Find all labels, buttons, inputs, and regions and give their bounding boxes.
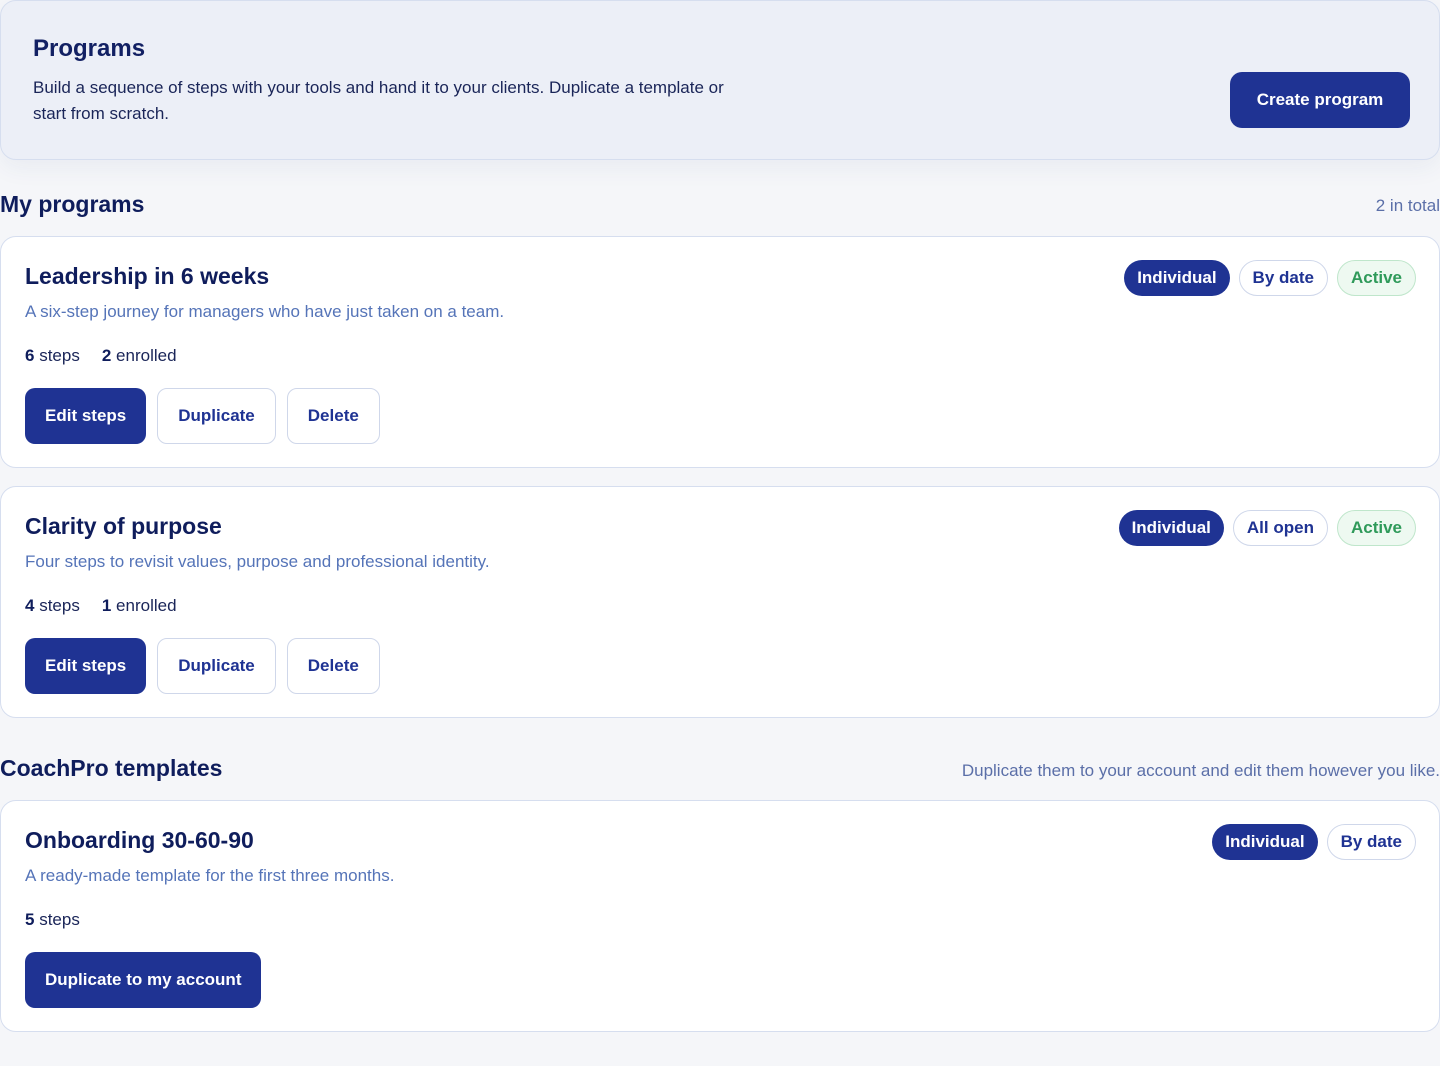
enrolled-stat: 2 enrolled <box>102 346 177 366</box>
schedule-badge: By date <box>1238 260 1328 296</box>
template-card: Onboarding 30-60-90 Individual By date A… <box>0 800 1440 1032</box>
enrolled-count: 2 <box>101 346 112 365</box>
schedule-badge: By date <box>1326 824 1416 860</box>
steps-stat: 6 steps <box>25 346 80 366</box>
templates-hint: Duplicate them to your account and edit … <box>961 761 1440 780</box>
template-description: A ready-made template for the first thre… <box>25 866 395 885</box>
mode-badge: Individual <box>1212 824 1318 860</box>
mode-badge: Individual <box>1124 260 1230 296</box>
edit-steps-button[interactable]: Edit steps <box>25 388 147 444</box>
enrolled-stat: 1 enrolled <box>102 596 177 616</box>
program-card: Clarity of purpose Individual All open A… <box>0 486 1440 718</box>
templates-title: CoachPro templates <box>0 755 223 781</box>
program-title: Leadership in 6 weeks <box>25 263 270 289</box>
mode-badge: Individual <box>1118 510 1224 546</box>
status-badge: Active <box>1336 260 1416 296</box>
template-badges: Individual By date <box>1212 824 1416 860</box>
edit-steps-button[interactable]: Edit steps <box>25 638 147 694</box>
program-actions: Edit steps Duplicate Delete <box>25 388 380 444</box>
my-programs-title: My programs <box>0 191 145 217</box>
steps-stat: 4 steps <box>25 596 80 616</box>
page-description: Build a sequence of steps with your tool… <box>33 78 724 123</box>
program-badges: Individual All open Active <box>1118 510 1416 546</box>
steps-count: 6 <box>25 346 35 365</box>
programs-header: Programs Build a sequence of steps with … <box>0 0 1440 160</box>
template-stats: 5 steps <box>25 910 80 930</box>
program-stats: 4 steps 1 enrolled <box>25 596 177 616</box>
program-description: A six-step journey for managers who have… <box>25 302 505 321</box>
steps-count: 4 <box>25 596 35 615</box>
enrolled-label: enrolled <box>116 346 177 365</box>
create-program-button[interactable]: Create program <box>1230 72 1410 128</box>
program-card: Leadership in 6 weeks Individual By date… <box>0 236 1440 468</box>
duplicate-button[interactable]: Duplicate <box>157 388 276 444</box>
steps-label: steps <box>39 910 80 929</box>
program-badges: Individual By date Active <box>1124 260 1416 296</box>
duplicate-to-account-button[interactable]: Duplicate to my account <box>25 952 262 1008</box>
enrolled-count: 1 <box>101 596 112 615</box>
status-badge: Active <box>1336 510 1416 546</box>
delete-button[interactable]: Delete <box>286 638 380 694</box>
steps-count: 5 <box>25 910 35 929</box>
enrolled-label: enrolled <box>116 596 177 615</box>
my-programs-count: 2 in total <box>1375 196 1440 215</box>
steps-label: steps <box>39 346 80 365</box>
template-title: Onboarding 30-60-90 <box>25 827 254 853</box>
program-actions: Edit steps Duplicate Delete <box>25 638 380 694</box>
program-title: Clarity of purpose <box>25 513 222 539</box>
steps-stat: 5 steps <box>25 910 80 930</box>
duplicate-button[interactable]: Duplicate <box>157 638 276 694</box>
steps-label: steps <box>39 596 80 615</box>
program-stats: 6 steps 2 enrolled <box>25 346 177 366</box>
schedule-badge: All open <box>1232 510 1328 546</box>
template-actions: Duplicate to my account <box>25 952 262 1008</box>
program-description: Four steps to revisit values, purpose an… <box>25 552 490 571</box>
delete-button[interactable]: Delete <box>286 388 380 444</box>
page-title: Programs <box>33 35 146 62</box>
